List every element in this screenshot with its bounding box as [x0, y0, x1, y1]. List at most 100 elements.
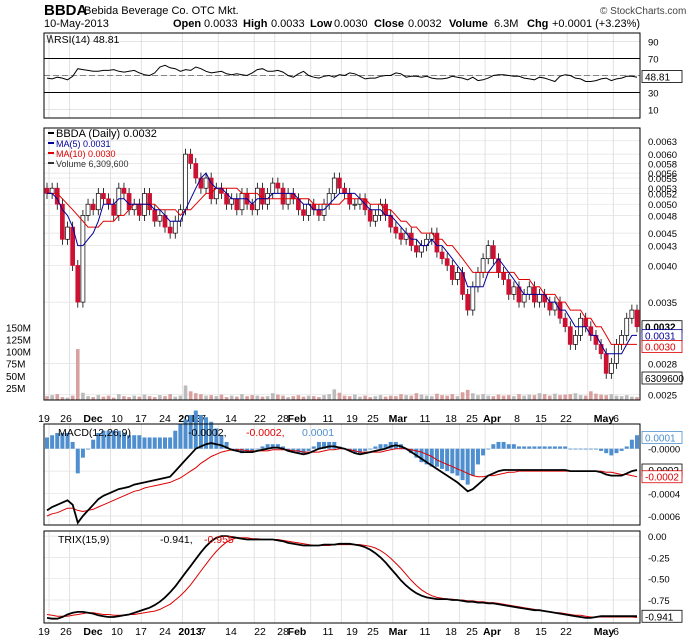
volume-bar — [424, 395, 429, 400]
macd-legend-macd: -0.0002, — [188, 427, 227, 439]
volume-bar — [594, 393, 598, 400]
candle-body — [85, 203, 91, 216]
volume-bar — [537, 393, 542, 400]
candle-body — [593, 335, 599, 345]
date-axis-label: Dec — [83, 626, 102, 638]
macd-histogram-bar — [578, 448, 583, 450]
date-axis-label: 26 — [60, 413, 72, 425]
volume-bar — [435, 393, 439, 400]
volume-bar — [481, 394, 485, 400]
volume-bar — [563, 394, 567, 400]
volume-bar — [142, 394, 147, 400]
volume-bar — [455, 396, 460, 400]
candle-body — [542, 294, 548, 303]
macd-signal-line — [46, 448, 638, 517]
macd-histogram-bar — [460, 448, 465, 481]
candle-body — [111, 203, 117, 216]
macd-histogram-bar — [588, 448, 593, 450]
date-axis-label: 18 — [445, 413, 457, 425]
date-axis-label: 6 — [613, 626, 619, 638]
macd-histogram-bar — [527, 446, 532, 449]
date-axis-label: 25 — [466, 626, 478, 638]
candle-body — [634, 309, 640, 328]
macd-histogram-bar — [80, 448, 85, 458]
trix-tick-label: 0.00 — [648, 532, 667, 543]
trix-line — [46, 535, 637, 620]
volume-bar — [532, 395, 537, 400]
date-axis-label: Apr — [483, 626, 501, 638]
low-value: 0.0030 — [334, 18, 368, 30]
price-tick-label: 0.0063 — [648, 137, 677, 148]
macd-histogram-bar — [70, 441, 75, 449]
ma10-line — [47, 187, 637, 345]
candle-body — [583, 317, 589, 328]
volume-bar — [311, 396, 316, 400]
volume-bar — [193, 393, 198, 400]
ma5-line — [47, 172, 637, 355]
candle-body — [434, 232, 440, 253]
ticker-symbol: BBDA — [44, 2, 87, 19]
date-axis-label: 11 — [323, 413, 334, 425]
date-axis-label: Apr — [483, 413, 501, 425]
volume-bar — [55, 394, 60, 400]
volume-tick-label: 100M — [6, 348, 31, 359]
volume-bar — [229, 395, 234, 400]
macd-histogram-bar — [178, 424, 183, 449]
volume-bar — [342, 395, 347, 400]
candle-body — [337, 177, 342, 189]
macd-histogram-bar — [629, 439, 634, 449]
macd-histogram-bar — [522, 446, 527, 449]
volume-tick-label: 75M — [6, 360, 25, 371]
date-axis-label: 18 — [445, 626, 457, 638]
macd-histogram-bar — [470, 448, 475, 476]
date-axis-label: 7 — [200, 626, 206, 638]
date-axis-label: 25 — [367, 626, 379, 638]
chg-value: +0.0001 (+3.23%) — [552, 18, 640, 30]
volume-bar — [496, 394, 501, 400]
volume-bar — [322, 395, 326, 400]
candle-body — [506, 279, 512, 295]
volume-bar — [214, 396, 219, 400]
macd-histogram-bar — [306, 448, 311, 451]
macd-histogram-bar — [75, 448, 80, 474]
macd-tick-label: -0.0004 — [648, 490, 680, 501]
date-axis-label: Mar — [389, 626, 408, 638]
trix-panel: 0.00 -0.25 -0.50 -0.75 TRIX(15,9) -0.941, -0.9… — [43, 530, 683, 624]
volume-bar — [363, 395, 367, 400]
macd-histogram-bar — [450, 448, 455, 474]
open-label: Open — [173, 18, 201, 30]
macd-histogram-bar — [609, 448, 614, 456]
volume-bar — [245, 396, 249, 400]
stock-chart: BBDA Bebida Beverage Co. OTC Mkt. © Stoc… — [6, 2, 686, 638]
volume-bar — [568, 394, 573, 400]
candle-body — [126, 193, 132, 211]
date-axis-label: 14 — [225, 413, 237, 425]
volume-bar — [132, 395, 137, 400]
macd-histogram-bar — [168, 437, 173, 449]
macd-legend: MACD(12,26,9) — [58, 427, 131, 439]
volume-bar — [75, 349, 80, 400]
date-axis-bottom: 19 26 Dec 10 17 24 20137 14 22 28Feb 11 19 25 Mar 11 18… — [38, 626, 619, 638]
macd-line — [46, 442, 638, 525]
volume-bar — [163, 396, 167, 400]
trix-signal-line — [46, 537, 638, 618]
candle-body — [414, 245, 419, 253]
candle-body — [444, 258, 450, 266]
value-tag-label: 0.0001 — [645, 433, 676, 444]
macd-histogram-bar — [481, 448, 486, 456]
candle-body — [80, 215, 86, 303]
close-value: 0.0032 — [408, 18, 442, 30]
macd-histogram-bar — [445, 448, 450, 472]
volume-bar — [589, 391, 593, 400]
candle-body — [393, 226, 399, 234]
volume-bar — [276, 394, 280, 400]
watermark: © StockCharts.com — [600, 6, 686, 17]
candle-body — [147, 193, 152, 211]
volume-bar — [122, 396, 126, 400]
candle-body — [270, 182, 276, 194]
candle-body — [95, 193, 101, 211]
volume-bar — [168, 394, 172, 400]
macd-histogram-bar — [573, 448, 578, 450]
volume-bar — [399, 394, 403, 400]
trix-tick-label: -0.75 — [648, 596, 670, 607]
